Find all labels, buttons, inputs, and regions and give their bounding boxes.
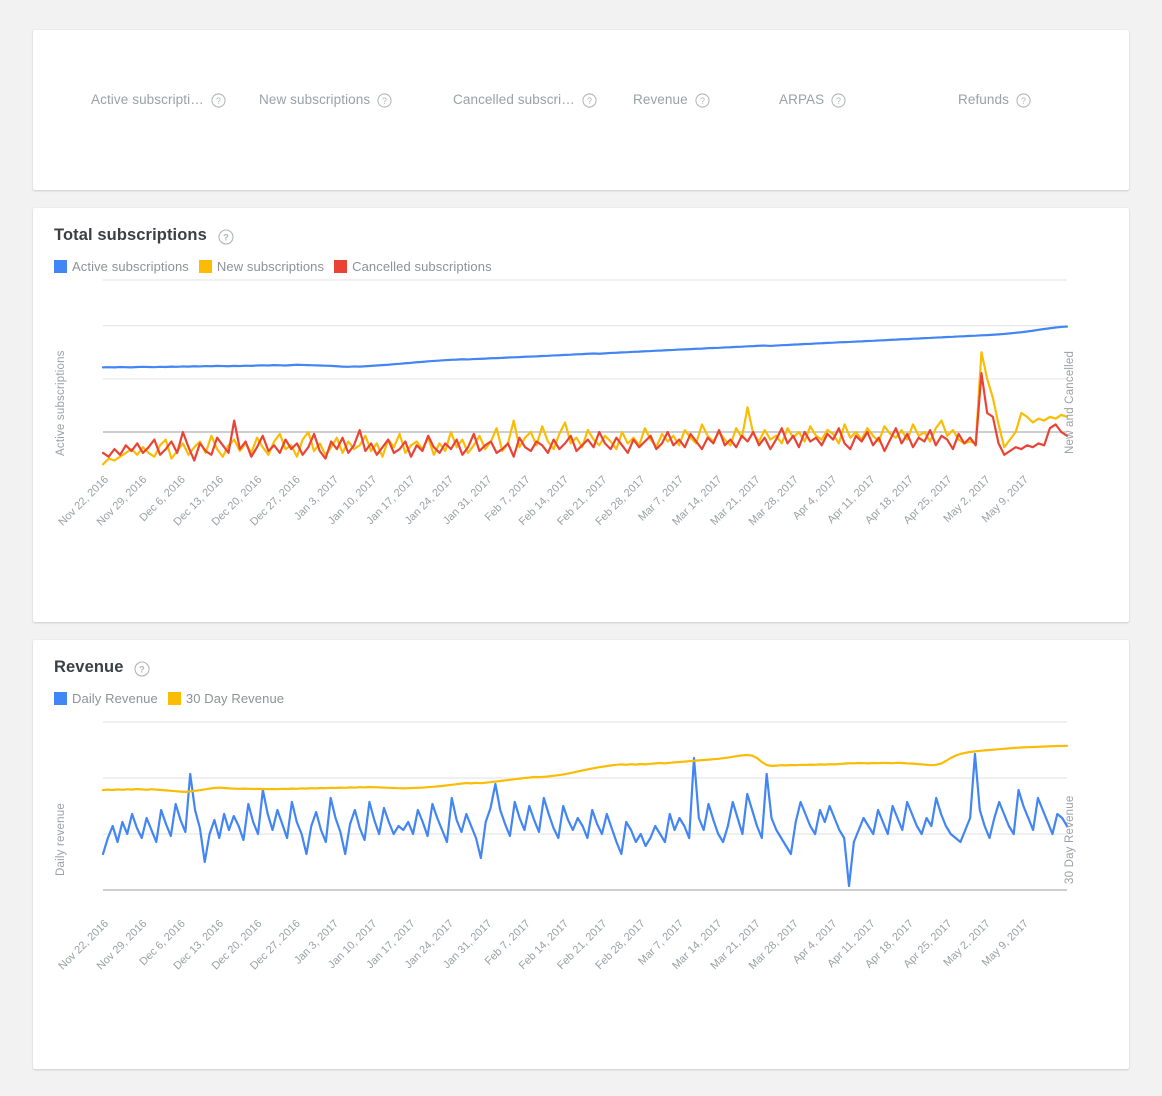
metric-label: Active subscripti…	[91, 92, 204, 107]
help-circle-icon[interactable]: ?	[377, 93, 392, 108]
legend-label: Daily Revenue	[72, 691, 158, 706]
svg-text:?: ?	[1021, 96, 1026, 106]
left-axis-title-revenue: Daily revenue	[55, 803, 67, 876]
left-axis-title-total-subscriptions: Active subscriptions	[55, 350, 67, 456]
help-circle-icon[interactable]: ?	[211, 93, 226, 108]
legend-label: Active subscriptions	[72, 259, 189, 274]
chart-legend-revenue: Daily Revenue 30 Day Revenue	[33, 677, 1129, 706]
right-axis-title-revenue: 30 Day Revenue	[1064, 795, 1076, 884]
metric-tab-arpas[interactable]: ARPAS?	[779, 92, 846, 108]
legend-label: Cancelled subscriptions	[352, 259, 492, 274]
svg-text:?: ?	[382, 96, 387, 106]
legend-color-swatch	[334, 260, 348, 273]
chart-legend-total-subscriptions: Active subscriptions New subscriptions Can…	[33, 245, 1129, 274]
help-circle-icon[interactable]: ?	[218, 228, 234, 245]
metric-label: Revenue	[633, 92, 688, 107]
legend-item-active-subscriptions[interactable]: Active subscriptions	[54, 259, 189, 274]
help-circle-icon[interactable]: ?	[582, 93, 597, 108]
legend-label: 30 Day Revenue	[185, 691, 285, 706]
legend-label: New subscriptions	[216, 259, 325, 274]
legend-item-30-day-revenue[interactable]: 30 Day Revenue	[167, 691, 285, 706]
page-title-revenue: Revenue ?	[33, 640, 1129, 677]
revenue-card: Revenue ? Daily Revenue 30 Day Revenue No…	[33, 640, 1129, 1069]
total-subscriptions-card: Total subscriptions ? Active subscriptio…	[33, 208, 1129, 622]
help-circle-icon[interactable]: ?	[134, 660, 151, 677]
metric-label: ARPAS	[779, 92, 825, 107]
legend-color-swatch	[54, 260, 67, 273]
svg-text:?: ?	[223, 232, 229, 243]
metrics-summary-card: Active subscripti…? New subscriptions? Can…	[33, 30, 1129, 190]
metric-label: Refunds	[958, 92, 1009, 107]
metric-tab-revenue[interactable]: Revenue?	[633, 92, 710, 108]
legend-item-cancelled-subscriptions[interactable]: Cancelled subscriptions	[334, 259, 492, 274]
legend-color-swatch	[54, 692, 67, 705]
legend-color-swatch	[198, 260, 212, 273]
metric-tab-refunds[interactable]: Refunds?	[958, 92, 1031, 108]
svg-text:?: ?	[836, 96, 841, 106]
plot-area-revenue[interactable]: Nov 22, 2016 Nov 29, 2016 Dec 6, 2016 Dec 1…	[33, 706, 1129, 1006]
svg-text:?: ?	[700, 96, 705, 106]
help-circle-icon[interactable]: ?	[1016, 93, 1031, 108]
svg-text:?: ?	[140, 664, 146, 675]
metric-tab-new-subscriptions[interactable]: New subscriptions?	[259, 92, 392, 108]
chart-title-text: Revenue	[54, 658, 124, 676]
legend-color-swatch	[167, 692, 181, 705]
svg-text:?: ?	[587, 96, 592, 106]
legend-item-new-subscriptions[interactable]: New subscriptions	[198, 259, 325, 274]
plot-area-total-subscriptions[interactable]: Nov 22, 2016 Nov 29, 2016 Dec 6, 2016 Dec 1…	[33, 274, 1129, 564]
dashboard-page: Active subscripti…? New subscriptions? Can…	[0, 0, 1162, 1096]
metric-tab-cancelled-subscri[interactable]: Cancelled subscri…?	[453, 92, 597, 108]
page-title-total-subscriptions: Total subscriptions ?	[33, 208, 1129, 245]
legend-item-daily-revenue[interactable]: Daily Revenue	[54, 691, 158, 706]
help-circle-icon[interactable]: ?	[695, 93, 710, 108]
right-axis-title-total-subscriptions: New and Cancelled	[1064, 350, 1076, 454]
svg-text:?: ?	[216, 96, 221, 106]
metric-tab-active-subscripti[interactable]: Active subscripti…?	[91, 92, 226, 108]
metric-label: Cancelled subscri…	[453, 92, 575, 107]
chart-title-text: Total subscriptions	[54, 226, 207, 244]
metric-label: New subscriptions	[259, 92, 371, 107]
help-circle-icon[interactable]: ?	[831, 93, 846, 108]
